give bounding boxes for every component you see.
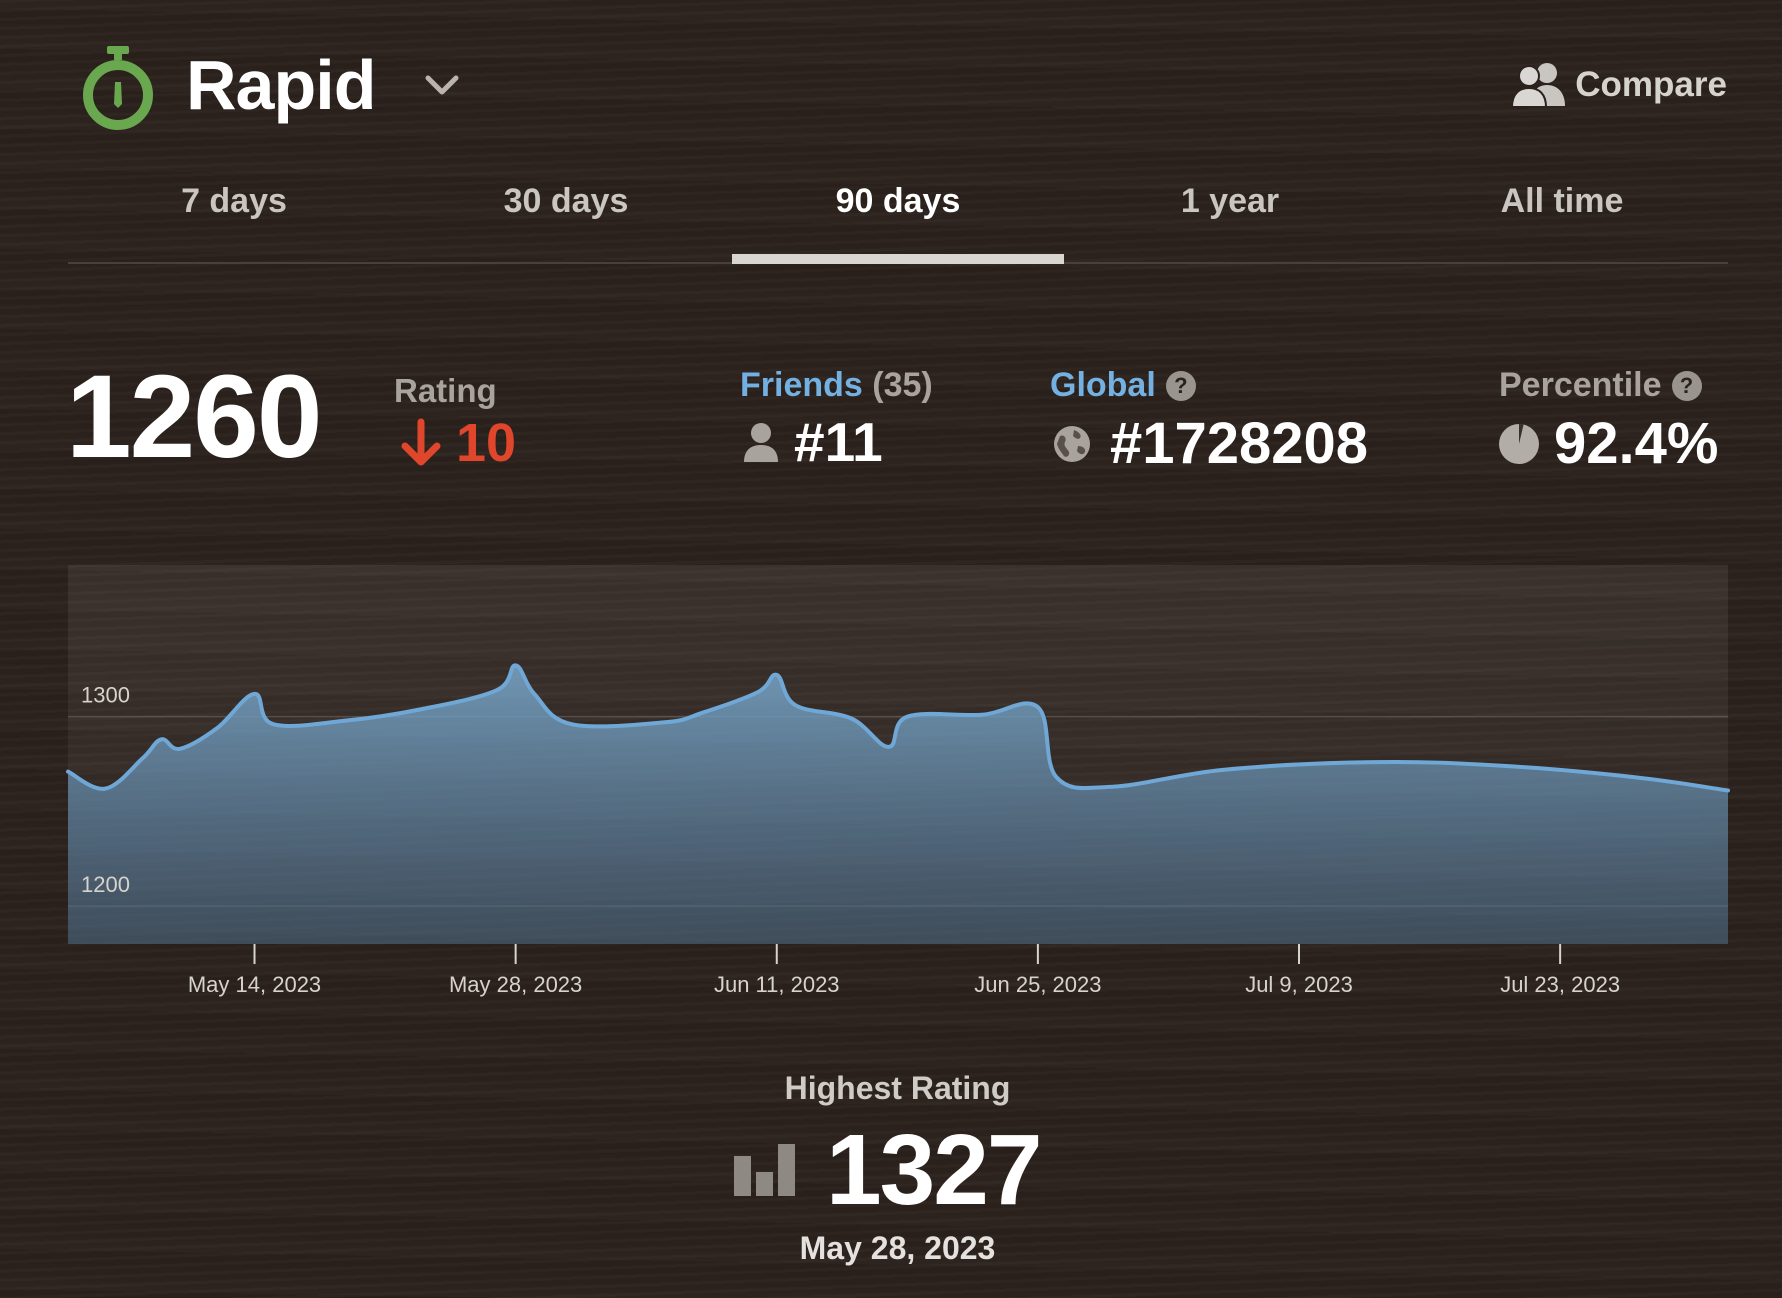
tab-7-days[interactable]: 7 days: [68, 170, 400, 262]
friends-link[interactable]: Friends: [740, 366, 863, 404]
bar-chart-icon: [734, 1144, 795, 1196]
friends-count: (35): [872, 366, 933, 404]
pie-chart-icon: [1499, 423, 1539, 464]
x-tick-label: Jun 25, 2023: [974, 972, 1101, 997]
tab-90-days[interactable]: 90 days: [732, 170, 1064, 264]
tab-30-days[interactable]: 30 days: [400, 170, 732, 262]
compare-label: Compare: [1575, 65, 1727, 104]
x-tick-label: Jul 23, 2023: [1500, 972, 1620, 997]
tab-all-time[interactable]: All time: [1396, 170, 1728, 262]
percentile-label: Percentile ?: [1499, 366, 1702, 405]
page-title: Rapid: [186, 46, 376, 124]
y-tick-label: 1300: [81, 683, 130, 708]
global-link[interactable]: Global: [1050, 366, 1156, 405]
globe-icon: [1054, 425, 1090, 462]
global-label: Global ?: [1050, 366, 1196, 405]
help-icon[interactable]: ?: [1165, 370, 1196, 401]
rating-chart: 1200 1300 May 14, 2023 May 28, 2023 Jun 11,…: [66, 565, 1730, 997]
x-tick-label: Jun 11, 2023: [714, 972, 840, 997]
highest-rating-date: May 28, 2023: [799, 1230, 996, 1266]
highest-rating-value: 1327: [826, 1114, 1042, 1226]
highest-rating: 1327: [734, 1114, 1042, 1226]
percentile: 92.4%: [1498, 410, 1718, 477]
x-tick-label: Jul 9, 2023: [1245, 972, 1353, 997]
chevron-down-icon[interactable]: [424, 73, 460, 99]
friends-label[interactable]: Friends (35): [740, 366, 933, 405]
percentile-value-text: 92.4%: [1554, 411, 1719, 476]
stopwatch-icon: [83, 46, 153, 130]
global-rank: #1728208: [1052, 410, 1368, 477]
global-rank-value: #1728208: [1110, 411, 1369, 476]
y-tick-label: 1200: [81, 872, 130, 897]
friends-rank-value: #11: [794, 411, 883, 473]
rating-change-value: 10: [456, 413, 517, 473]
help-icon[interactable]: ?: [1671, 370, 1702, 401]
tab-1-year[interactable]: 1 year: [1064, 170, 1396, 262]
time-range-tabs: 7 days 30 days 90 days 1 year All time: [68, 170, 1728, 264]
arrow-down-icon: [401, 418, 441, 466]
person-icon: [744, 423, 778, 462]
rating-label: Rating: [394, 372, 497, 409]
x-tick-label: May 28, 2023: [449, 972, 582, 997]
current-rating: 1260: [66, 351, 323, 483]
percentile-label-text: Percentile: [1499, 366, 1662, 404]
compare-button[interactable]: Compare: [1511, 62, 1727, 108]
x-tick-label: May 14, 2023: [188, 972, 321, 997]
users-icon: [1511, 63, 1566, 108]
highest-rating-label: Highest Rating: [784, 1070, 1011, 1106]
friends-rank: #11: [742, 410, 883, 474]
rating-change: 10: [400, 412, 516, 474]
